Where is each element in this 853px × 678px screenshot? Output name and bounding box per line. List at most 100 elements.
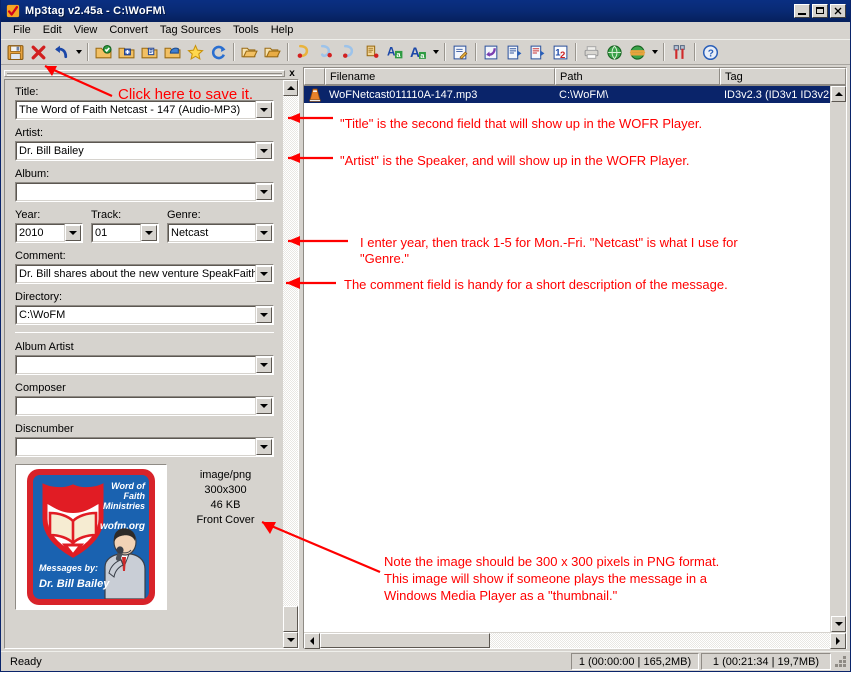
print-button[interactable]: [580, 41, 603, 63]
title-input[interactable]: The Word of Faith Netcast - 147 (Audio-M…: [16, 101, 256, 119]
column-header-tag[interactable]: Tag: [720, 68, 846, 85]
list-scroll-down-icon[interactable]: [831, 616, 846, 632]
tag-panel-scrollbar[interactable]: [282, 80, 298, 648]
scroll-track[interactable]: [283, 96, 298, 606]
table-row[interactable]: WoFNetcast011110A-147.mp3 C:\WoFM\ ID3v2…: [304, 86, 830, 103]
menu-item-edit[interactable]: Edit: [37, 23, 68, 37]
scroll-down-icon[interactable]: [283, 632, 298, 648]
artist-combo[interactable]: Dr. Bill Bailey: [15, 141, 274, 161]
composer-combo[interactable]: [15, 396, 274, 416]
actions-dropdown[interactable]: [430, 41, 441, 63]
genre-input[interactable]: Netcast: [168, 224, 256, 242]
favorites-button[interactable]: [184, 41, 207, 63]
filename-to-filename-button[interactable]: [338, 41, 361, 63]
year-dropdown-icon[interactable]: [65, 225, 81, 241]
undo-button[interactable]: [50, 41, 73, 63]
directory-input[interactable]: C:\WoFM: [16, 306, 256, 324]
artist-dropdown-icon[interactable]: [256, 143, 272, 159]
album-art-thumbnail[interactable]: Word of Faith Ministries wofm.org Messag…: [15, 464, 167, 610]
album-artist-combo[interactable]: [15, 355, 274, 375]
tag-sources-dropdown[interactable]: [649, 41, 660, 63]
comment-combo[interactable]: Dr. Bill shares about the new venture Sp…: [15, 264, 274, 284]
composer-input[interactable]: [16, 397, 256, 415]
auto-numbering-button[interactable]: 1 2: [549, 41, 572, 63]
tag-panel-toggle-button[interactable]: [449, 41, 472, 63]
remove-tag-button[interactable]: [27, 41, 50, 63]
tag-panel-grip[interactable]: [4, 69, 285, 77]
field-artist-label: Artist:: [15, 127, 44, 139]
actions-quick-button[interactable]: A a: [407, 41, 430, 63]
discnumber-combo[interactable]: [15, 437, 274, 457]
track-dropdown-icon[interactable]: [141, 225, 157, 241]
file-list-body[interactable]: WoFNetcast011110A-147.mp3 C:\WoFM\ ID3v2…: [304, 86, 830, 632]
hscroll-track[interactable]: [490, 633, 830, 648]
title-combo[interactable]: The Word of Faith Netcast - 147 (Audio-M…: [15, 100, 274, 120]
menu-item-convert[interactable]: Convert: [103, 23, 154, 37]
file-list-hscrollbar[interactable]: [304, 632, 846, 649]
file-list-vscrollbar[interactable]: [830, 86, 846, 632]
discnumber-dropdown-icon[interactable]: [256, 439, 272, 455]
hscroll-thumb[interactable]: [320, 633, 490, 648]
menu-item-tools[interactable]: Tools: [227, 23, 265, 37]
first-file-button[interactable]: [503, 41, 526, 63]
field-genre-label: Genre:: [167, 209, 201, 221]
options-button[interactable]: [668, 41, 691, 63]
tag-panel-titlebar[interactable]: x: [2, 67, 301, 79]
scroll-thumb[interactable]: [283, 606, 298, 632]
actions-button[interactable]: A a: [384, 41, 407, 63]
text-file-to-tag-button[interactable]: [361, 41, 384, 63]
title-dropdown-icon[interactable]: [256, 102, 272, 118]
menu-item-file[interactable]: File: [7, 23, 37, 37]
comment-dropdown-icon[interactable]: [256, 266, 272, 282]
album-artist-dropdown-icon[interactable]: [256, 357, 272, 373]
album-artist-input[interactable]: [16, 356, 256, 374]
minimize-button[interactable]: [794, 4, 810, 18]
genre-dropdown-icon[interactable]: [256, 225, 272, 241]
directory-combo[interactable]: C:\WoFM: [15, 305, 274, 325]
tag-panel-close-icon[interactable]: x: [285, 68, 299, 79]
resize-grip-icon[interactable]: [834, 655, 848, 669]
help-button[interactable]: ?: [699, 41, 722, 63]
hscroll-right-icon[interactable]: [830, 633, 846, 649]
album-input[interactable]: [16, 183, 256, 201]
album-dropdown-icon[interactable]: [256, 184, 272, 200]
hscroll-left-icon[interactable]: [304, 633, 320, 649]
artist-input[interactable]: Dr. Bill Bailey: [16, 142, 256, 160]
column-header-icon[interactable]: [304, 68, 325, 85]
album-combo[interactable]: [15, 182, 274, 202]
year-input[interactable]: 2010: [16, 224, 65, 242]
directory-dropdown-icon[interactable]: [256, 307, 272, 323]
list-scroll-up-icon[interactable]: [831, 86, 846, 102]
discnumber-input[interactable]: [16, 438, 256, 456]
list-scroll-track[interactable]: [831, 102, 846, 616]
save-button[interactable]: [4, 41, 27, 63]
composer-dropdown-icon[interactable]: [256, 398, 272, 414]
maximize-button[interactable]: [812, 4, 828, 18]
next-file-button[interactable]: [526, 41, 549, 63]
filename-to-tag-button[interactable]: [315, 41, 338, 63]
save-playlist-button[interactable]: [261, 41, 284, 63]
remove-tag-fields-button[interactable]: [480, 41, 503, 63]
tag-to-filename-button[interactable]: [292, 41, 315, 63]
menu-item-tag-sources[interactable]: Tag Sources: [154, 23, 227, 37]
menu-item-help[interactable]: Help: [265, 23, 300, 37]
change-directory-button[interactable]: [92, 41, 115, 63]
track-combo[interactable]: 01: [91, 223, 159, 243]
freedb-button[interactable]: [603, 41, 626, 63]
open-folder-button[interactable]: [238, 41, 261, 63]
add-directory-button[interactable]: [115, 41, 138, 63]
tag-sources-button[interactable]: [626, 41, 649, 63]
column-header-path[interactable]: Path: [555, 68, 720, 85]
scroll-up-icon[interactable]: [283, 80, 298, 96]
comment-input[interactable]: Dr. Bill shares about the new venture Sp…: [16, 265, 256, 283]
open-playlist-button[interactable]: [161, 41, 184, 63]
year-combo[interactable]: 2010: [15, 223, 83, 243]
undo-dropdown[interactable]: [73, 41, 84, 63]
column-header-filename[interactable]: Filename: [325, 68, 555, 85]
refresh-button[interactable]: [207, 41, 230, 63]
close-button[interactable]: [830, 4, 846, 18]
track-input[interactable]: 01: [92, 224, 141, 242]
menu-item-view[interactable]: View: [68, 23, 104, 37]
genre-combo[interactable]: Netcast: [167, 223, 274, 243]
add-files-button[interactable]: [138, 41, 161, 63]
